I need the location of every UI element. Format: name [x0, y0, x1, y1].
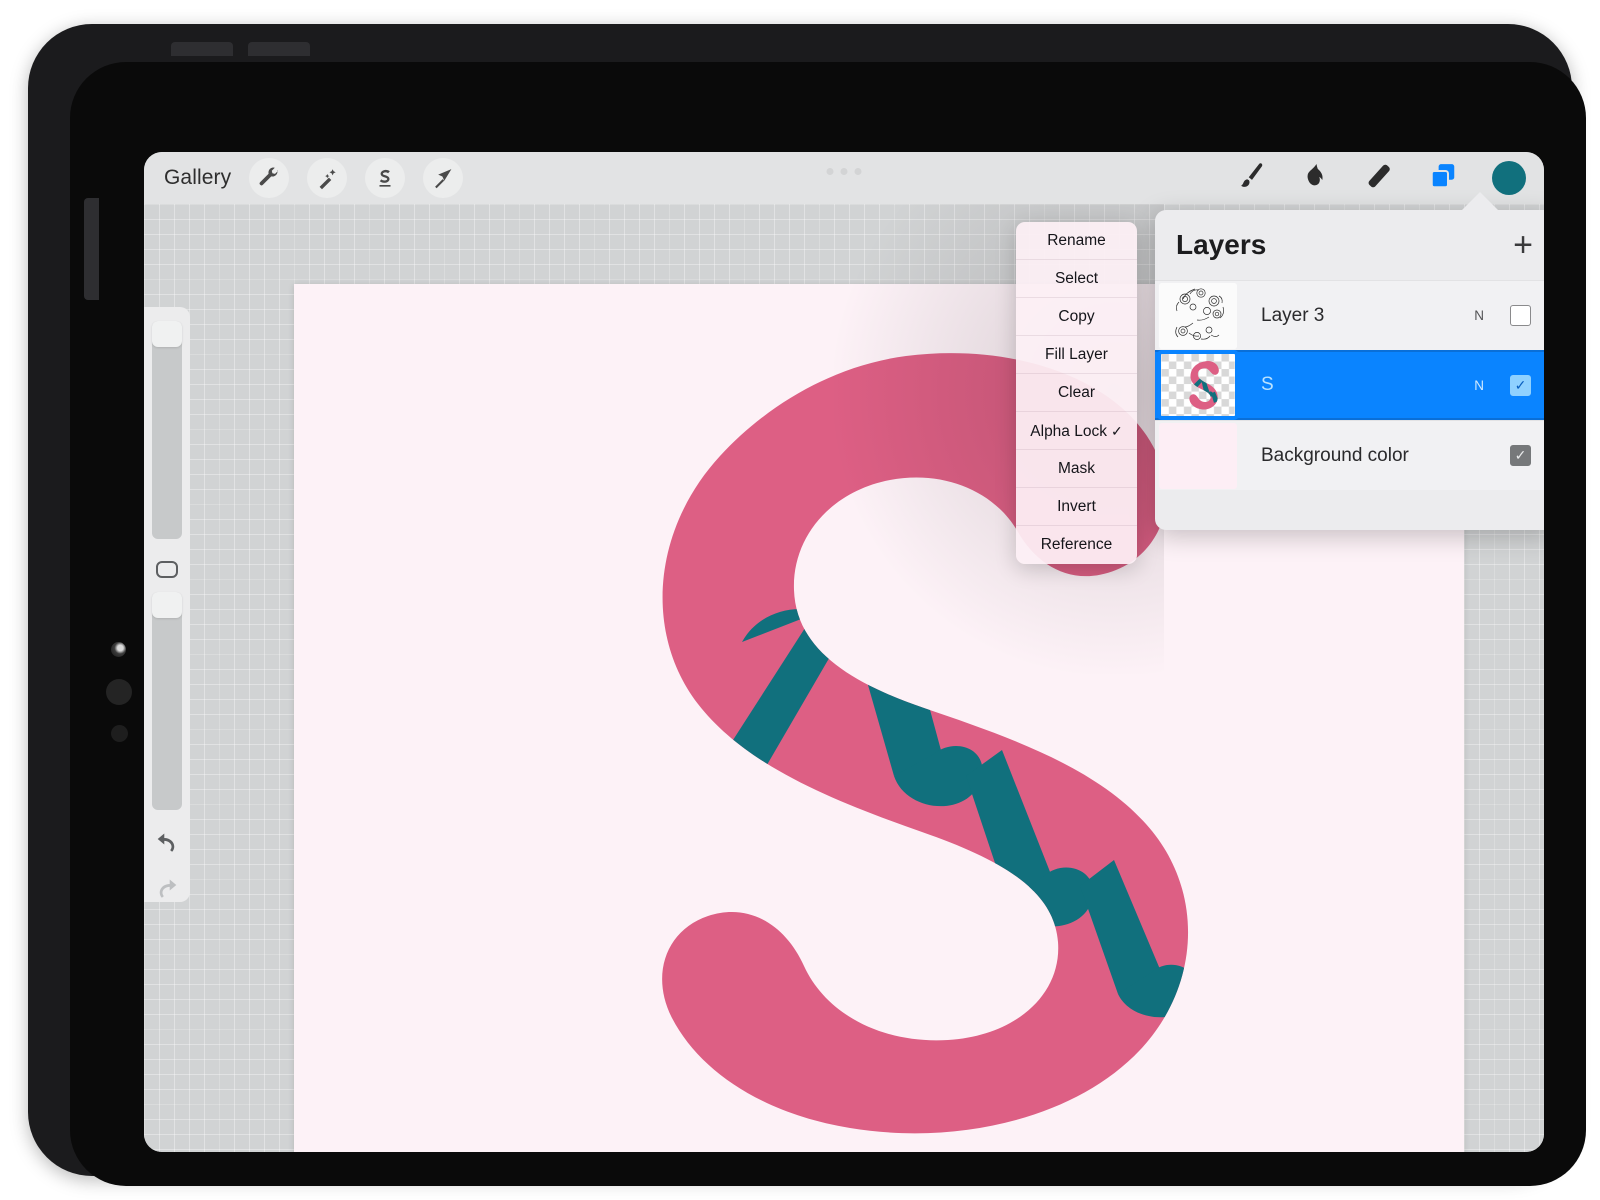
context-menu-item-select[interactable]: Select: [1016, 260, 1137, 298]
add-layer-button[interactable]: +: [1513, 228, 1533, 262]
layers-panel-pointer: [1461, 192, 1499, 211]
context-menu-label: Alpha Lock: [1030, 423, 1107, 440]
layer-thumbnail-background-color[interactable]: [1159, 422, 1237, 489]
volume-up-button[interactable]: [171, 42, 233, 56]
tablet-device-frame: Gallery Rename Select Copy Fill Layer Cl…: [28, 24, 1586, 1186]
context-menu-label: Mask: [1057, 460, 1096, 477]
context-menu-label: Copy: [1058, 308, 1095, 325]
context-menu-item-copy[interactable]: Copy: [1016, 298, 1137, 336]
smudge-icon[interactable]: [1300, 161, 1330, 196]
layer-blend-mode[interactable]: N: [1474, 308, 1484, 323]
brush-size-knob[interactable]: [152, 321, 182, 347]
layer-thumbnail-floral-s[interactable]: [1159, 282, 1237, 349]
layer-blend-mode[interactable]: N: [1474, 378, 1484, 393]
actions-wrench-icon[interactable]: [249, 158, 290, 198]
layer-visibility-checkbox[interactable]: ✓: [1510, 374, 1531, 396]
gallery-button[interactable]: Gallery: [164, 166, 231, 190]
context-menu-label: Clear: [1057, 384, 1096, 401]
layer-thumbnail-s[interactable]: [1157, 350, 1239, 420]
transform-arrow-icon[interactable]: [423, 158, 464, 198]
toolbar-handle-dots[interactable]: [826, 168, 862, 175]
adjustments-wand-icon[interactable]: [307, 158, 348, 198]
modify-square-icon[interactable]: [156, 560, 178, 579]
front-camera-icon: [111, 642, 126, 657]
context-menu-item-fill-layer[interactable]: Fill Layer: [1016, 336, 1137, 374]
context-menu-item-mask[interactable]: Mask: [1016, 450, 1137, 488]
context-menu-label: Select: [1054, 270, 1099, 287]
tablet-bezel: Gallery Rename Select Copy Fill Layer Cl…: [70, 62, 1586, 1186]
context-menu-item-reference[interactable]: Reference: [1016, 526, 1137, 564]
context-menu-label: Reference: [1040, 536, 1113, 553]
layer-name: S: [1261, 374, 1274, 395]
brush-opacity-slider[interactable]: [152, 592, 182, 811]
table-row[interactable]: Layer 3 N: [1155, 280, 1544, 350]
context-menu-item-clear[interactable]: Clear: [1016, 374, 1137, 412]
context-menu-label: Rename: [1047, 232, 1106, 249]
color-swatch[interactable]: [1492, 161, 1526, 195]
sensor-large-icon: [106, 679, 132, 705]
power-button[interactable]: [84, 198, 99, 300]
layers-panel-title: Layers: [1176, 229, 1267, 260]
checkmark-icon: ✓: [1110, 423, 1123, 439]
redo-icon[interactable]: [154, 876, 180, 902]
tablet-screen: Gallery Rename Select Copy Fill Layer Cl…: [144, 152, 1544, 1152]
paint-brush-icon[interactable]: [1236, 161, 1266, 196]
brush-opacity-knob[interactable]: [152, 592, 182, 619]
layer-name: Layer 3: [1261, 304, 1325, 326]
volume-down-button[interactable]: [248, 42, 310, 56]
table-row[interactable]: S N ✓: [1155, 350, 1544, 420]
context-menu-item-alpha-lock[interactable]: Alpha Lock ✓: [1016, 412, 1137, 450]
layer-name: Background color: [1261, 444, 1409, 466]
context-menu-item-invert[interactable]: Invert: [1016, 488, 1137, 526]
layers-panel-header: Layers +: [1155, 210, 1544, 280]
layer-visibility-checkbox[interactable]: [1510, 305, 1531, 326]
top-toolbar: Gallery: [144, 152, 1544, 204]
brush-size-slider[interactable]: [152, 321, 182, 539]
context-menu-label: Invert: [1057, 498, 1096, 515]
layers-panel: Layers + Layer 3 N S N ✓ Background colo…: [1155, 210, 1544, 530]
layer-visibility-checkbox[interactable]: ✓: [1510, 445, 1531, 466]
selection-s-icon[interactable]: [365, 158, 406, 198]
layers-icon[interactable]: [1428, 161, 1458, 196]
context-menu-item-rename[interactable]: Rename: [1016, 222, 1137, 260]
layer-context-menu: Rename Select Copy Fill Layer Clear Alph…: [1016, 222, 1137, 564]
eraser-icon[interactable]: [1364, 161, 1394, 196]
left-sidebar: [144, 307, 190, 902]
table-row[interactable]: Background color ✓: [1155, 420, 1544, 490]
undo-icon[interactable]: [154, 830, 180, 856]
context-menu-label: Fill Layer: [1045, 346, 1108, 363]
sensor-small-icon: [111, 725, 128, 742]
